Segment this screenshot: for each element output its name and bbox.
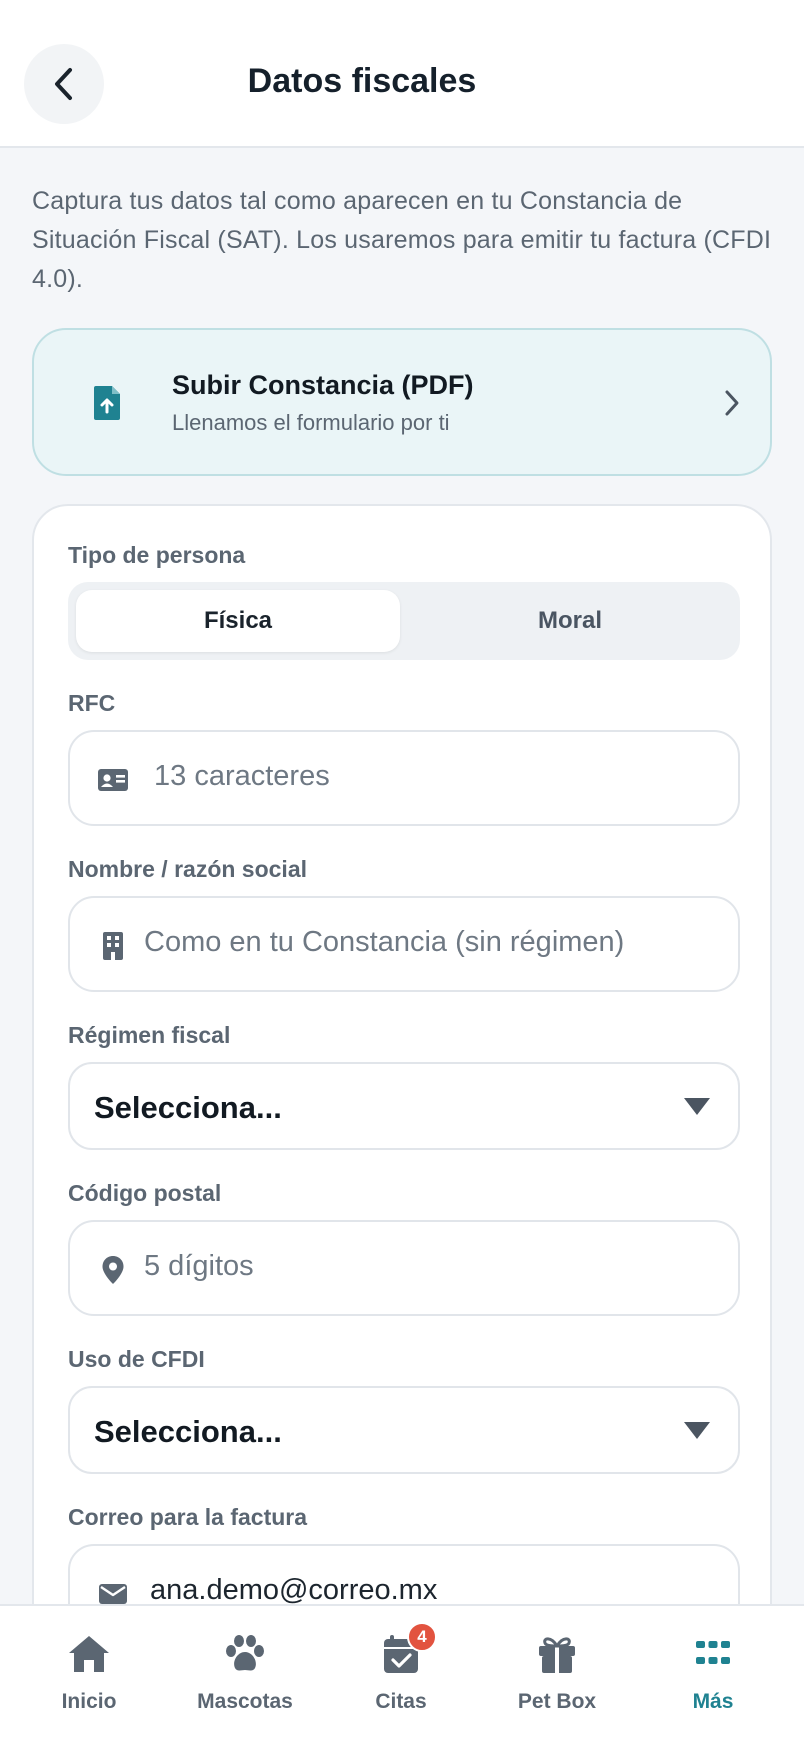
regimen-select[interactable]: Selecciona... — [68, 1062, 740, 1150]
nav-item-mascotas[interactable]: Mascotas — [170, 1632, 320, 1722]
uso-value: Selecciona... — [94, 1414, 282, 1449]
regimen-value: Selecciona... — [94, 1090, 282, 1125]
citas-badge: 4 — [407, 1622, 437, 1652]
file-upload-icon — [94, 386, 120, 420]
nav-item-petbox[interactable]: Pet Box — [482, 1632, 632, 1722]
id-card-icon — [96, 763, 130, 797]
nombre-input[interactable]: Como en tu Constancia (sin régimen) — [144, 926, 624, 959]
nav-label-petbox: Pet Box — [517, 1690, 597, 1713]
nav-label-mascotas: Mascotas — [197, 1690, 293, 1713]
correo-input[interactable]: ana.demo@correo.mx — [150, 1574, 437, 1607]
upload-subtitle: Llenamos el formulario por ti — [172, 410, 450, 435]
persona-option-moral[interactable]: Moral — [408, 590, 732, 652]
uso-select[interactable]: Selecciona... — [68, 1386, 740, 1474]
nombre-label: Nombre / razón social — [68, 856, 308, 882]
persona-option-fisica[interactable]: Física — [76, 590, 400, 652]
persona-label: Tipo de persona — [68, 542, 246, 568]
nav-label-mas: Más — [692, 1690, 734, 1713]
nav-item-inicio[interactable]: Inicio — [14, 1632, 164, 1722]
nav-item-mas[interactable]: Más — [638, 1632, 788, 1722]
chevron-right-icon — [725, 390, 739, 416]
caret-down-icon — [684, 1098, 710, 1115]
correo-label: Correo para la factura — [68, 1504, 308, 1530]
cp-input[interactable]: 5 dígitos — [144, 1250, 254, 1283]
calendar-check-icon: 4 — [379, 1622, 437, 1676]
page-title: Datos fiscales — [247, 62, 477, 100]
nav-label-inicio: Inicio — [61, 1690, 117, 1713]
caret-down-icon — [684, 1422, 710, 1439]
upload-constancia-card[interactable]: Subir Constancia (PDF) Llenamos el formu… — [32, 328, 772, 476]
persona-segmented-control: Física Moral — [68, 582, 740, 660]
rfc-input[interactable]: 13 caracteres — [154, 760, 330, 793]
cp-label: Código postal — [68, 1180, 222, 1206]
nav-item-citas[interactable]: 4 Citas — [326, 1622, 476, 1722]
rfc-label: RFC — [68, 690, 116, 716]
home-icon — [67, 1632, 111, 1676]
paw-icon — [223, 1632, 267, 1676]
building-icon — [96, 929, 130, 963]
uso-label: Uso de CFDI — [68, 1346, 205, 1372]
grid-icon — [691, 1632, 735, 1676]
nombre-field[interactable]: Como en tu Constancia (sin régimen) — [68, 896, 740, 992]
nav-label-citas: Citas — [375, 1690, 427, 1713]
regimen-label: Régimen fiscal — [68, 1022, 231, 1048]
rfc-field[interactable]: 13 caracteres — [68, 730, 740, 826]
fiscal-form-card: Tipo de persona Física Moral RFC 13 cara… — [32, 504, 772, 1740]
location-pin-icon — [96, 1253, 130, 1287]
gift-icon — [535, 1632, 579, 1676]
header: Datos fiscales — [0, 0, 804, 148]
upload-title: Subir Constancia (PDF) — [172, 370, 474, 400]
intro-text: Captura tus datos tal como aparecen en t… — [32, 187, 772, 293]
bottom-nav: Inicio Mascotas 4 Citas Pet Box Más — [0, 1604, 804, 1740]
screen: Datos fiscales Captura tus datos tal com… — [0, 0, 804, 1740]
cp-field[interactable]: 5 dígitos — [68, 1220, 740, 1316]
